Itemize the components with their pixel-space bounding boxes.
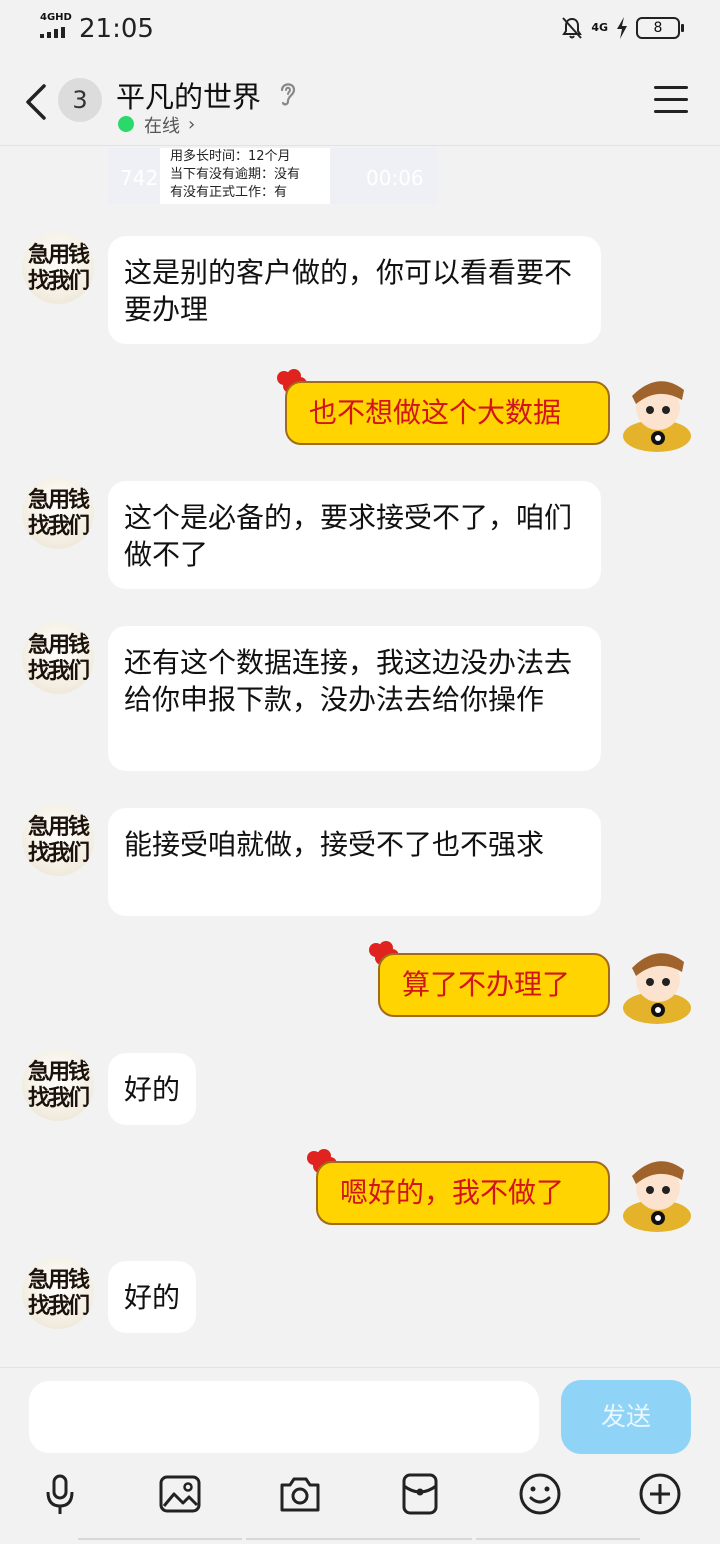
preview-card: 用多长时间：12个月 当下有没有逾期：没有 有没有正式工作：有 bbox=[160, 148, 330, 204]
message-bubble[interactable]: 这是别的客户做的，你可以看看要不要办理 bbox=[108, 236, 601, 344]
red-packet-icon[interactable] bbox=[398, 1472, 442, 1516]
input-area: 发送 bbox=[0, 1367, 720, 1544]
avatar-calligraphy: 急用钱找我们 bbox=[27, 814, 90, 866]
send-button[interactable]: 发送 bbox=[561, 1380, 691, 1454]
charging-icon bbox=[617, 17, 627, 39]
message-bubble[interactable]: 算了不办理了 bbox=[378, 953, 610, 1017]
avatar-calligraphy: 急用钱找我们 bbox=[27, 1267, 90, 1319]
message-bubble[interactable]: 还有这个数据连接，我这边没办法去给你申报下款，没办法去给你操作 bbox=[108, 626, 601, 771]
mute-bell-icon bbox=[562, 17, 583, 39]
avatar[interactable]: 急用钱找我们 bbox=[22, 477, 94, 549]
message-bubble[interactable]: 好的 bbox=[108, 1053, 197, 1125]
avatar[interactable]: 急用钱找我们 bbox=[22, 1049, 94, 1121]
preview-line: 用多长时间：12个月 bbox=[170, 149, 291, 164]
avatar[interactable] bbox=[614, 1146, 700, 1232]
message-bubble[interactable]: 能接受咱就做，接受不了也不强求 bbox=[108, 808, 601, 916]
avatar[interactable] bbox=[614, 366, 700, 452]
camera-icon[interactable] bbox=[278, 1472, 322, 1516]
unread-badge[interactable]: 3 bbox=[58, 78, 102, 122]
online-status-dot bbox=[118, 116, 134, 132]
avatar-calligraphy: 急用钱找我们 bbox=[27, 1059, 90, 1111]
preview-number: 742 bbox=[120, 166, 159, 190]
message-bubble[interactable]: 嗯好的，我不做了 bbox=[316, 1161, 610, 1225]
avatar[interactable]: 急用钱找我们 bbox=[22, 232, 94, 304]
plus-icon[interactable] bbox=[638, 1472, 682, 1516]
network-label: 4GHD bbox=[40, 12, 72, 23]
avatar[interactable]: 急用钱找我们 bbox=[22, 1257, 94, 1329]
message-bubble[interactable]: 好的 bbox=[108, 1261, 197, 1333]
menu-icon[interactable] bbox=[654, 86, 688, 114]
status-bar: 4GHD 21:05 4G 8 bbox=[0, 0, 720, 56]
ear-icon[interactable] bbox=[276, 78, 300, 108]
avatar[interactable]: 急用钱找我们 bbox=[22, 804, 94, 876]
image-message[interactable]: 742 用多长时间：12个月 当下有没有逾期：没有 有没有正式工作：有 00:0… bbox=[108, 148, 438, 204]
status-icons: 4G 8 bbox=[561, 16, 684, 40]
preview-line: 当下有没有逾期：没有 bbox=[170, 167, 301, 182]
avatar[interactable]: 急用钱找我们 bbox=[22, 622, 94, 694]
preview-line: 有没有正式工作：有 bbox=[170, 185, 288, 200]
avatar[interactable] bbox=[614, 938, 700, 1024]
network-4g-label: 4G bbox=[591, 21, 608, 34]
avatar-calligraphy: 急用钱找我们 bbox=[27, 242, 90, 294]
online-status[interactable]: 在线 bbox=[144, 112, 180, 138]
bottom-divider bbox=[0, 1538, 720, 1544]
avatar-calligraphy: 急用钱找我们 bbox=[27, 487, 90, 539]
back-icon[interactable] bbox=[22, 82, 52, 122]
contact-name[interactable]: 平凡的世界 bbox=[116, 74, 261, 116]
battery-icon: 8 bbox=[636, 17, 684, 39]
preview-duration: 00:06 bbox=[366, 166, 424, 190]
chat-header: 3 平凡的世界 在线 › bbox=[0, 56, 720, 146]
chevron-right-icon[interactable]: › bbox=[188, 114, 195, 135]
image-icon[interactable] bbox=[158, 1472, 202, 1516]
signal-icon bbox=[40, 27, 65, 38]
avatar-calligraphy: 急用钱找我们 bbox=[27, 632, 90, 684]
input-toolbar bbox=[0, 1472, 720, 1528]
emoji-icon[interactable] bbox=[518, 1472, 562, 1516]
message-bubble[interactable]: 这个是必备的，要求接受不了，咱们做不了 bbox=[108, 481, 601, 589]
message-input[interactable] bbox=[29, 1381, 539, 1453]
microphone-icon[interactable] bbox=[38, 1472, 82, 1516]
message-bubble[interactable]: 也不想做这个大数据 bbox=[285, 381, 610, 445]
clock: 21:05 bbox=[79, 14, 154, 44]
